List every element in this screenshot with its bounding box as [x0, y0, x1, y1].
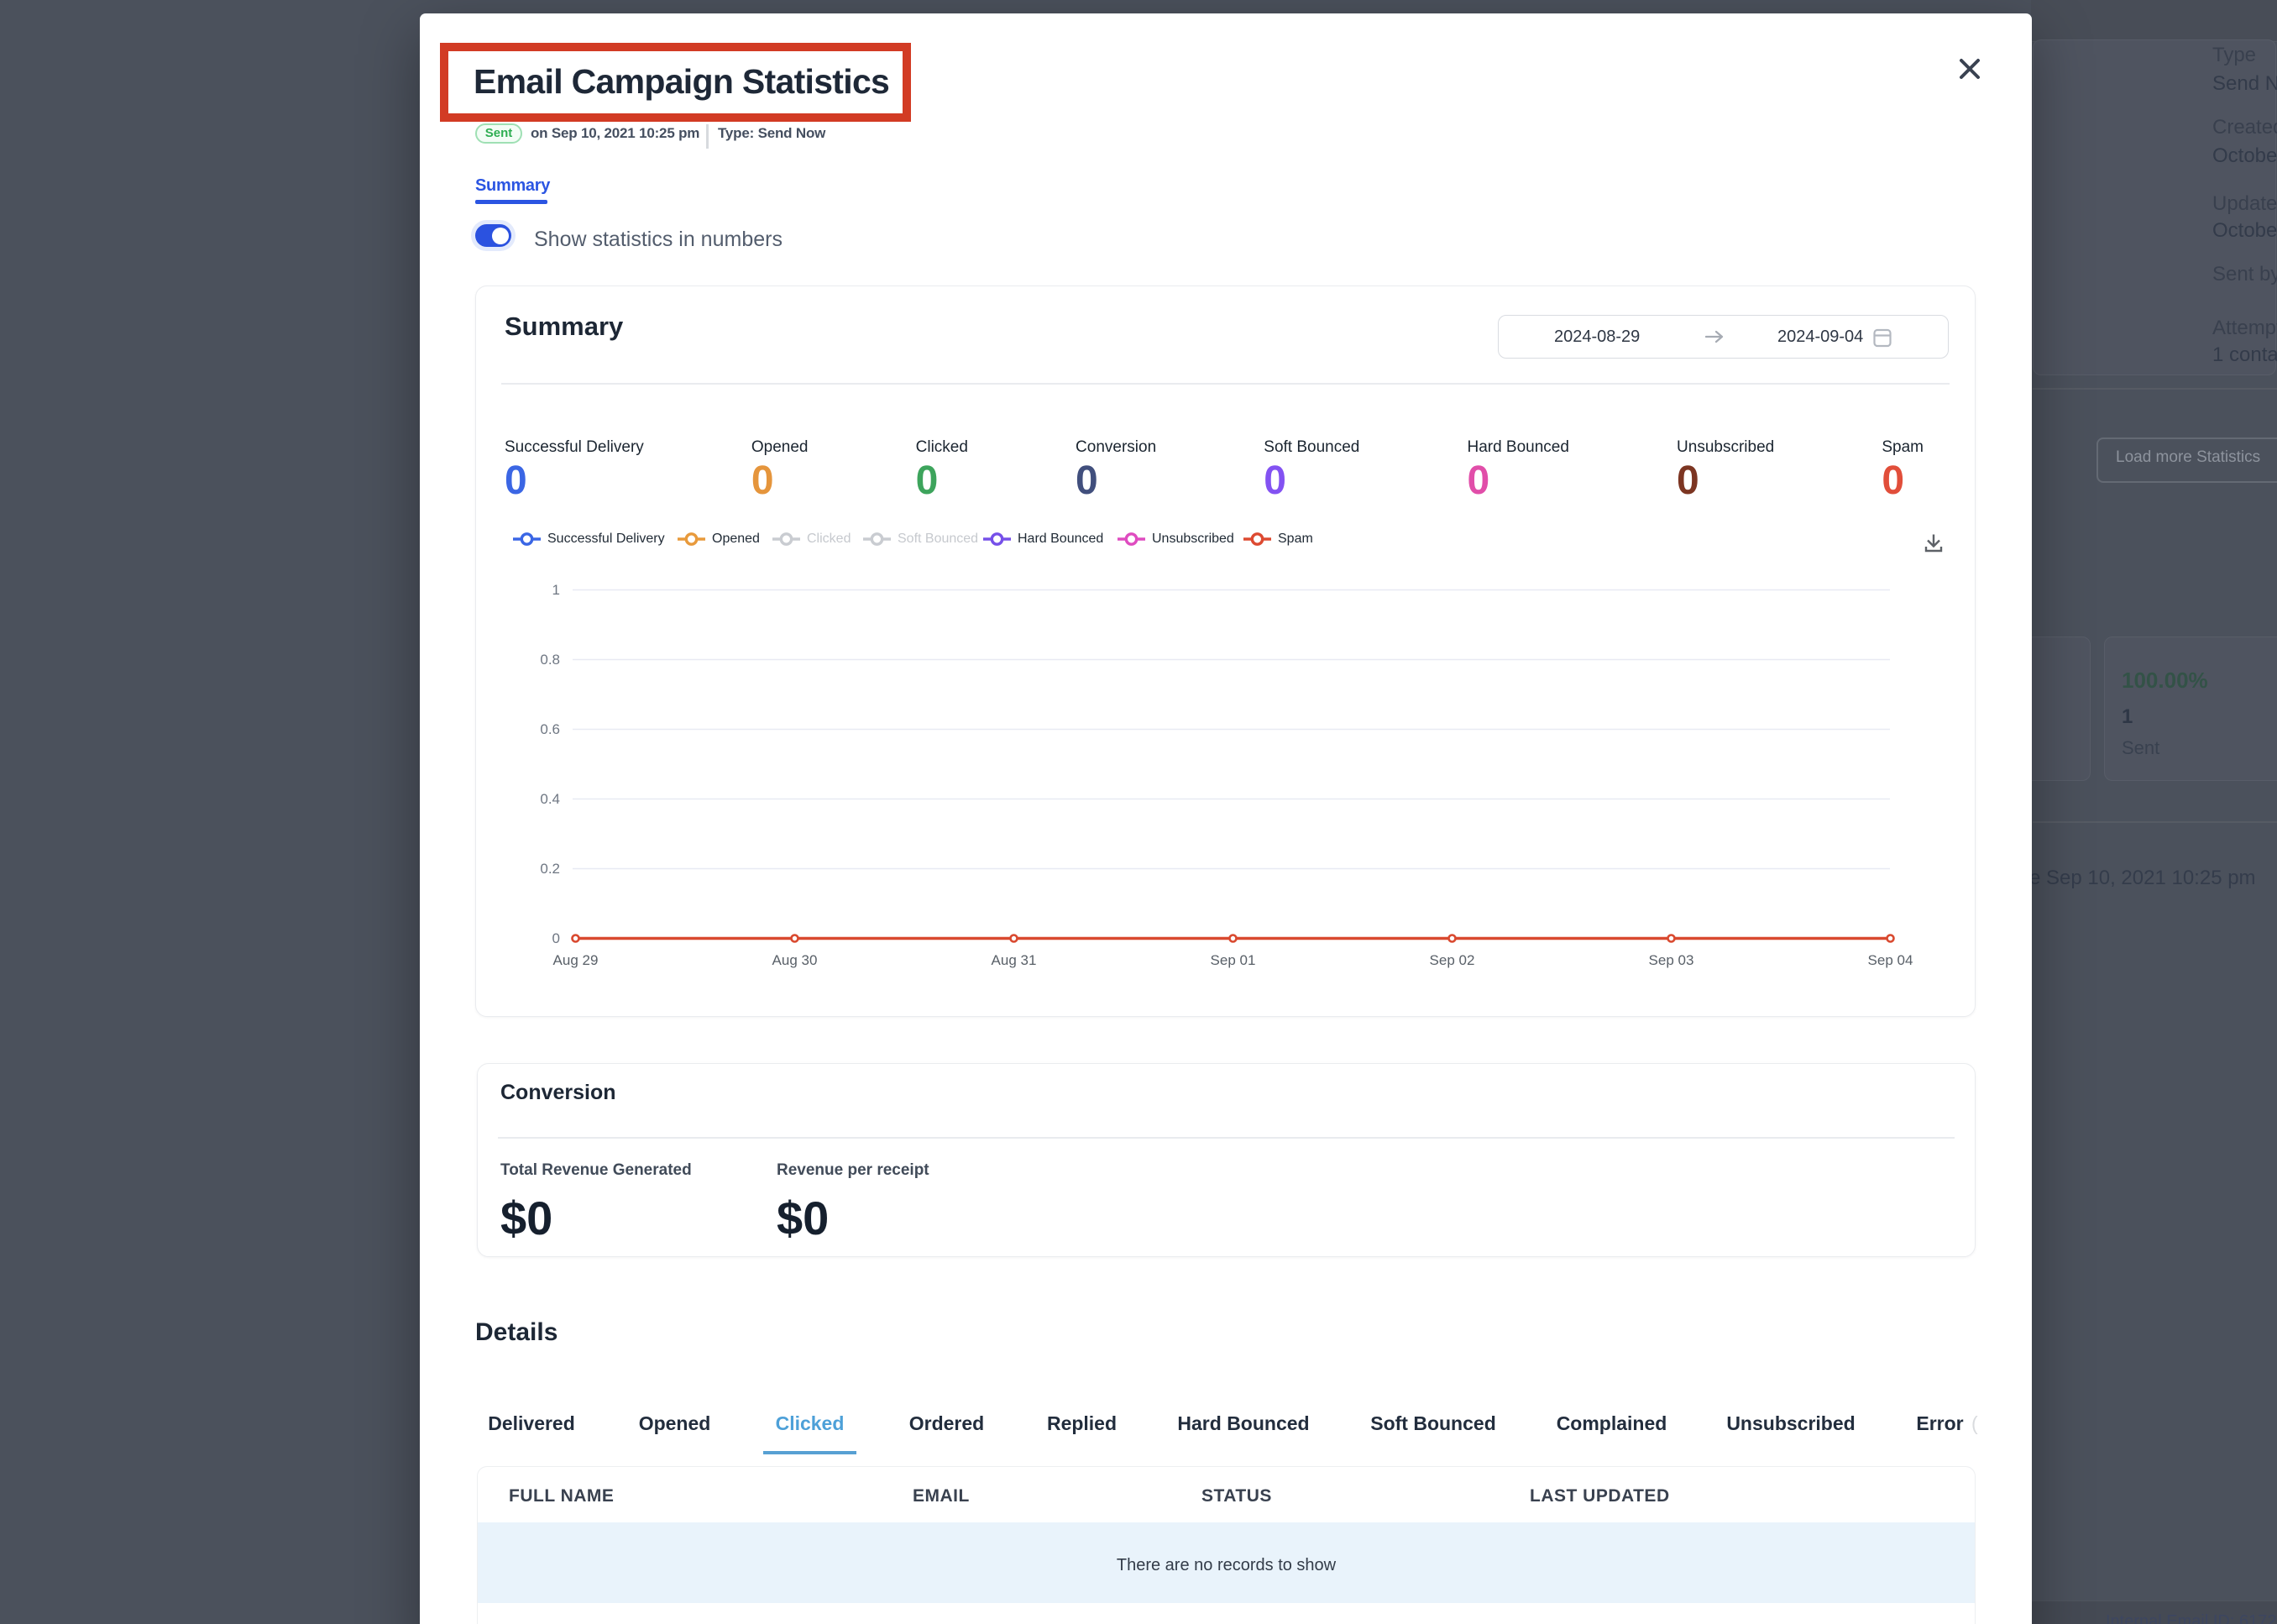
svg-text:Aug 31: Aug 31: [992, 952, 1037, 968]
svg-text:1: 1: [552, 582, 560, 598]
svg-text:Sep 04: Sep 04: [1868, 952, 1913, 968]
svg-text:0.8: 0.8: [540, 652, 560, 668]
svg-text:0.4: 0.4: [540, 791, 560, 807]
svg-text:Sep 03: Sep 03: [1649, 952, 1694, 968]
svg-text:0.6: 0.6: [540, 721, 560, 737]
svg-text:Sep 01: Sep 01: [1211, 952, 1256, 968]
svg-text:Sep 02: Sep 02: [1430, 952, 1475, 968]
svg-text:0.2: 0.2: [540, 861, 560, 877]
svg-text:Aug 29: Aug 29: [553, 952, 599, 968]
svg-text:Aug 30: Aug 30: [772, 952, 818, 968]
svg-text:0: 0: [552, 930, 560, 946]
